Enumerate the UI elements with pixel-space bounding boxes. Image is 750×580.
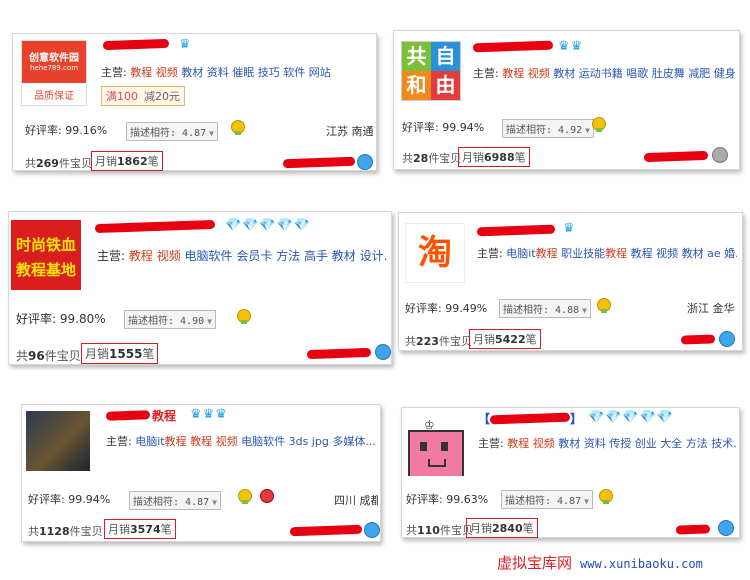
monthly-sales: 月销1555笔 [81,343,159,364]
item-count: 共1128件宝贝 [28,525,103,538]
desc-score-dropdown[interactable]: 描述相符: 4.90 ▼ [124,310,216,329]
shop-title-suffix[interactable]: 教程 [152,407,176,424]
monthly-sales: 月销5422笔 [469,329,541,349]
desc-score-dropdown[interactable]: 描述相符: 4.87 ▼ [129,491,221,510]
shop-logo[interactable]: 淘 [405,223,465,283]
wangwang-chat-icon[interactable] [712,147,728,163]
main-business: 主营: 教程 视频 教材 资料 传授 创业 大全 方法 技术... [478,437,736,450]
redacted-seller-name[interactable] [306,347,372,360]
shop-card-2[interactable]: 共 自 和 由 ♛♛ 主营: 教程 视频 教材 运动书籍 唱歌 肚皮舞 减肥 健… [393,30,740,170]
shop-logo[interactable]: 共 自 和 由 [401,41,461,101]
shop-logo[interactable]: ♔ [406,418,464,476]
logo-line: 教程基地 [15,261,76,279]
medal-icon [238,489,252,504]
monthly-sales: 月销1862笔 [91,151,163,171]
shop-card-6[interactable]: ♔ 【 】 💎💎💎💎💎 主营: 教程 视频 教材 资料 传授 创业 大全 方法 … [401,407,740,538]
shop-logo[interactable]: 创意软件园 hehe789.com 品质保证 [21,40,87,106]
redacted-seller-name[interactable] [675,524,711,535]
shop-card-3[interactable]: 时尚铁血 教程基地 💎💎💎💎💎 主营: 教程 视频 电脑软件 会员卡 方法 高手… [8,211,392,365]
redacted-seller-name[interactable] [289,524,363,537]
redacted-seller-name[interactable] [282,156,356,169]
wangwang-chat-icon[interactable] [375,344,391,360]
watermark-brand: 虚拟宝库网 [497,554,573,572]
location: 江苏 南通 [326,125,374,138]
rating: 好评率: 99.16% [25,124,108,137]
item-count: 共28件宝贝 [402,152,462,165]
logo-badge: 品质保证 [34,91,74,102]
watermark-url: www.xunibaoku.com [580,557,703,571]
redacted-seller-name[interactable] [643,150,709,163]
redacted-seller-name[interactable] [680,334,716,345]
rating: 好评率: 99.80% [16,312,106,326]
medal-icon [599,489,613,504]
item-count: 共223件宝贝 [405,335,472,348]
desc-score-dropdown[interactable]: 描述相符: 4.92 ▼ [502,119,594,138]
main-business: 主营: 教程 视频 电脑软件 会员卡 方法 高手 教材 设计... [97,249,387,263]
redacted-shop-name[interactable] [489,412,571,425]
wangwang-chat-icon[interactable] [364,522,380,538]
redacted-shop-name[interactable] [102,38,170,51]
rating: 好评率: 99.94% [402,121,485,134]
wangwang-chat-icon[interactable] [719,331,735,347]
shop-logo[interactable] [26,411,90,471]
wangwang-chat-icon[interactable] [357,154,373,170]
desc-score-dropdown[interactable]: 描述相符: 4.88 ▼ [499,299,591,318]
logo-char: 自 [431,42,460,71]
shop-card-1[interactable]: 创意软件园 hehe789.com 品质保证 ♛ 主营: 教程 视频 教材 资料… [12,33,377,171]
rating: 好评率: 99.63% [406,493,489,506]
diamond-rank-icon: 💎💎💎💎💎 [225,218,311,233]
logo-char: 和 [402,71,431,100]
desc-score-dropdown[interactable]: 描述相符: 4.87 ▼ [501,490,593,509]
redacted-shop-name[interactable] [94,219,216,234]
main-business: 主营: 教程 视频 教材 资料 催眠 技巧 软件 网站 [101,66,331,79]
monthly-sales: 月销3574笔 [104,519,176,539]
logo-line: 时尚铁血 [15,236,76,254]
crown-rank-icon: ♛ [563,221,576,236]
monthly-sales: 月销2840笔 [466,518,538,538]
rating: 好评率: 99.49% [405,302,488,315]
redacted-shop-name[interactable] [105,410,151,421]
shop-card-5[interactable]: 教程 ♛♛♛ 主营: 电脑it教程 教程 视频 电脑软件 3ds jpg 多媒体… [21,404,381,542]
location: 浙江 金华 [687,302,735,315]
logo-text: 创意软件园 [29,53,79,64]
logo-sub: hehe789.com [29,64,79,72]
shop-title-prefix[interactable]: 【 [478,410,490,427]
shop-card-4[interactable]: 淘 ♛ 主营: 电脑it教程 职业技能教程 教程 视频 教材 ae 婚... 好… [398,212,743,351]
medal-icon [592,117,606,132]
main-business: 主营: 电脑it教程 教程 视频 电脑软件 3ds jpg 多媒体... [106,435,376,448]
crown-rank-icon: ♛♛♛ [190,407,228,422]
crown-rank-icon: ♛♛ [558,39,584,54]
diamond-rank-icon: 💎💎💎💎💎 [588,410,674,425]
main-business: 主营: 电脑it教程 职业技能教程 教程 视频 教材 ae 婚... [477,247,737,260]
shop-title-suffix[interactable]: 】 [570,410,582,427]
rating: 好评率: 99.94% [28,493,111,506]
wangwang-chat-icon[interactable] [718,520,734,536]
logo-text: 淘 [418,233,452,273]
crown-icon: ♔ [424,418,435,432]
logo-char: 共 [402,42,431,71]
shop-logo[interactable]: 时尚铁血 教程基地 [11,220,81,290]
monthly-sales: 月销6988笔 [458,147,530,167]
rose-icon [260,489,274,503]
medal-icon [237,309,251,324]
location: 四川 成都 [334,494,378,507]
crown-rank-icon: ♛ [179,37,192,52]
item-count: 共110件宝贝 [406,524,473,537]
item-count: 共96件宝贝 [16,349,81,363]
pink-face-icon [408,430,464,476]
main-business: 主营: 教程 视频 教材 运动书籍 唱歌 肚皮舞 减肥 健身 [473,67,735,80]
medal-icon [231,120,245,135]
item-count: 共269件宝贝 [25,157,92,170]
logo-char: 由 [431,71,460,100]
medal-icon [597,298,611,313]
redacted-shop-name[interactable] [476,224,556,237]
promo-badge[interactable]: 满100 减20元 [101,86,185,106]
desc-score-dropdown[interactable]: 描述相符: 4.87 ▼ [126,122,218,141]
redacted-shop-name[interactable] [472,40,554,53]
site-watermark: 虚拟宝库网 www.xunibaoku.com [497,552,703,573]
